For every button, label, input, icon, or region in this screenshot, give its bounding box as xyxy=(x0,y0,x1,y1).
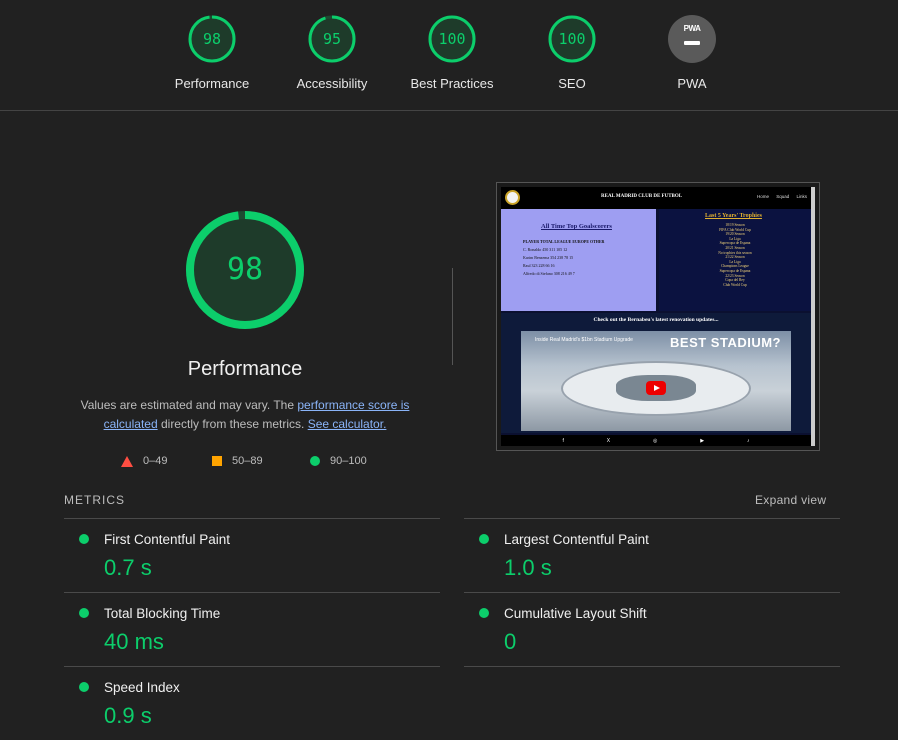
video-title: Inside Real Madrid's $1bn Stadium Upgrad… xyxy=(535,337,633,343)
metric-lcp: Largest Contentful Paint 1.0 s xyxy=(464,518,840,592)
metric-value: 1.0 s xyxy=(504,555,552,580)
pass-circle-icon xyxy=(79,682,89,692)
x-icon: X xyxy=(606,437,611,444)
gauge-label: Best Practices xyxy=(410,76,494,91)
page-screenshot-thumbnail: REAL MADRID CLUB DE FUTBOL Home Squad Li… xyxy=(501,187,815,446)
metric-cls: Cumulative Layout Shift 0 xyxy=(464,592,840,666)
desc-text: directly from these metrics. xyxy=(157,417,308,431)
youtube-icon: ▶ xyxy=(700,437,705,444)
pass-circle-icon xyxy=(79,534,89,544)
gauge-label: PWA xyxy=(677,76,707,91)
legend-fail: 0–49 xyxy=(121,455,167,467)
gauge-label: Accessibility xyxy=(296,76,368,91)
gauge-best-practices[interactable]: 100 Best Practices xyxy=(407,14,497,91)
video-banner: BEST STADIUM? xyxy=(670,335,781,350)
metric-si: Speed Index 0.9 s xyxy=(64,666,440,740)
site-brand: REAL MADRID CLUB DE FUTBOL xyxy=(601,194,683,199)
gauge-performance[interactable]: 98 Performance xyxy=(167,14,257,91)
metric-value: 40 ms xyxy=(104,629,164,654)
metric-name: Cumulative Layout Shift xyxy=(504,606,647,621)
metric-fcp: First Contentful Paint 0.7 s xyxy=(64,518,440,592)
site-navbar: REAL MADRID CLUB DE FUTBOL Home Squad Li… xyxy=(501,187,815,209)
gauge-seo[interactable]: 100 SEO xyxy=(527,14,617,91)
square-icon xyxy=(212,456,222,466)
metrics-header: METRICS xyxy=(64,493,125,507)
legend-range: 0–49 xyxy=(143,455,168,467)
gauge-score: 98 xyxy=(202,30,222,48)
performance-title: Performance xyxy=(187,358,303,380)
gauge-pwa[interactable]: PWA PWA xyxy=(647,14,737,91)
score-summary-bar: 98 Performance 95 Accessibility 100 Best… xyxy=(0,0,898,111)
performance-score: 98 xyxy=(226,252,264,287)
metric-name: Largest Contentful Paint xyxy=(504,532,649,547)
divider xyxy=(452,268,453,365)
club-crest-icon xyxy=(505,190,520,205)
metric-name: First Contentful Paint xyxy=(104,532,231,547)
pass-circle-icon xyxy=(479,534,489,544)
circle-icon xyxy=(310,456,320,466)
gauge-label: Performance xyxy=(174,76,250,91)
youtube-play-icon xyxy=(646,381,666,395)
metric-value: 0.7 s xyxy=(104,555,152,580)
renovation-text: Check out the Bernabeu's latest renovati… xyxy=(593,317,719,323)
legend-range: 90–100 xyxy=(330,455,367,467)
legend-pass: 90–100 xyxy=(310,455,367,467)
video-embed: Inside Real Madrid's $1bn Stadium Upgrad… xyxy=(521,331,791,431)
metric-value: 0.9 s xyxy=(104,703,152,728)
desc-text: Values are estimated and may vary. The xyxy=(80,398,298,412)
gauge-score: 100 xyxy=(438,30,466,48)
facebook-icon: f xyxy=(562,437,564,444)
see-calculator-link[interactable]: See calculator. xyxy=(308,417,387,431)
metric-value: 0 xyxy=(504,629,517,654)
table-row: Alfredo di Stefano 308 216 49 7 xyxy=(523,271,575,276)
tiktok-icon: ♪ xyxy=(747,437,750,444)
table-header: PLAYER TOTAL LEAGUE EUROPE OTHER xyxy=(523,239,605,244)
metric-tbt: Total Blocking Time 40 ms xyxy=(64,592,440,666)
table-row: C. Ronaldo 450 311 105 12 xyxy=(523,247,568,252)
gauge-score: 95 xyxy=(322,30,342,48)
site-nav-links: Home Squad Links xyxy=(756,194,807,199)
legend-range: 50–89 xyxy=(232,455,263,467)
pass-circle-icon xyxy=(79,608,89,618)
pwa-badge-text: PWA xyxy=(683,24,701,33)
gauge-accessibility[interactable]: 95 Accessibility xyxy=(287,14,377,91)
trophies-title: Last 5 Years' Trophies xyxy=(705,213,762,219)
metric-name: Speed Index xyxy=(104,680,180,695)
expand-view-button[interactable]: Expand view xyxy=(755,493,826,507)
gauge-label: SEO xyxy=(558,76,586,91)
table-row: Raul 323 228 66 16 xyxy=(523,263,555,268)
metric-divider xyxy=(464,666,840,667)
trophies-panel: Last 5 Years' Trophies 18/19 Season FIFA … xyxy=(659,209,811,311)
final-screenshot[interactable]: REAL MADRID CLUB DE FUTBOL Home Squad Li… xyxy=(496,182,820,451)
goalscorers-title: All Time Top Goalscorers xyxy=(541,223,612,230)
goalscorers-panel: All Time Top Goalscorers PLAYER TOTAL LE… xyxy=(501,209,656,311)
instagram-icon: ◎ xyxy=(653,437,658,444)
site-footer: f X ◎ ▶ ♪ xyxy=(501,435,811,446)
scrollbar xyxy=(811,187,815,446)
trophies-list: 18/19 Season FIFA Club World Cup 19/20 Sea… xyxy=(659,223,811,287)
trophy-item: Club World Cup xyxy=(723,282,747,287)
renovation-section: Check out the Bernabeu's latest renovati… xyxy=(501,313,811,433)
performance-score-gauge: 98 xyxy=(185,210,305,330)
performance-description: Values are estimated and may vary. The p… xyxy=(75,396,415,434)
metric-name: Total Blocking Time xyxy=(104,606,221,621)
table-row: Karim Benzema 354 238 78 15 xyxy=(523,255,574,260)
legend-average: 50–89 xyxy=(212,455,263,467)
gauge-score: 100 xyxy=(558,30,586,48)
pwa-badge-icon: PWA xyxy=(668,15,716,63)
triangle-icon xyxy=(121,455,133,467)
pass-circle-icon xyxy=(479,608,489,618)
